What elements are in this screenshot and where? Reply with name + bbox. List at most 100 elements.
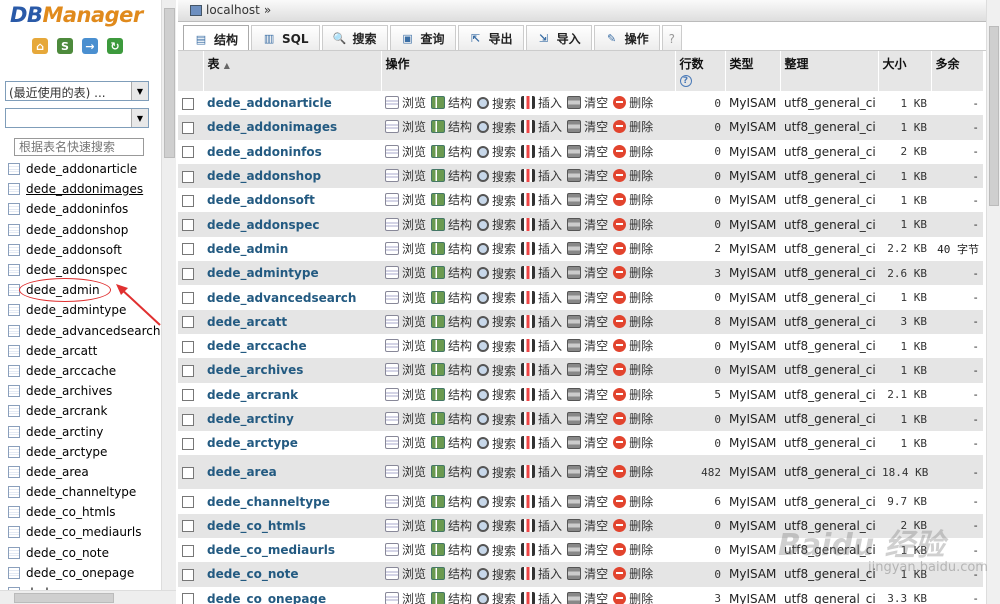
insert-label[interactable]: 插入: [538, 313, 562, 330]
search-label[interactable]: 搜索: [492, 313, 516, 330]
insert-icon[interactable]: [521, 96, 536, 110]
table-name[interactable]: dede_admintype: [203, 261, 381, 286]
browse-icon[interactable]: [385, 193, 399, 207]
insert-action[interactable]: 插入: [521, 565, 562, 582]
drop-icon[interactable]: [613, 144, 627, 158]
search-action[interactable]: 搜索: [477, 464, 516, 481]
structure-icon[interactable]: [431, 339, 446, 353]
empty-icon[interactable]: [567, 387, 582, 401]
insert-icon[interactable]: [521, 266, 536, 280]
sidebar-table-item[interactable]: dede_addonshop: [8, 220, 158, 240]
insert-action[interactable]: 插入: [521, 143, 562, 160]
empty-label[interactable]: 清空: [584, 313, 608, 330]
search-icon[interactable]: [477, 437, 490, 450]
structure-label[interactable]: 结构: [448, 493, 472, 510]
left-horizontal-scrollbar[interactable]: [0, 590, 176, 604]
insert-icon[interactable]: [521, 144, 536, 158]
insert-icon[interactable]: [521, 217, 536, 231]
drop-icon[interactable]: [613, 241, 627, 255]
tab-sql[interactable]: ▥ SQL: [251, 25, 320, 51]
browse-label[interactable]: 浏览: [402, 264, 426, 281]
table-name[interactable]: dede_addonimages: [203, 115, 381, 140]
drop-action[interactable]: 删除: [613, 517, 653, 534]
empty-label[interactable]: 清空: [584, 410, 608, 427]
search-label[interactable]: 搜索: [492, 143, 516, 160]
empty-action[interactable]: 清空: [567, 143, 608, 160]
empty-label[interactable]: 清空: [584, 386, 608, 403]
insert-icon[interactable]: [521, 290, 536, 304]
search-action[interactable]: 搜索: [477, 566, 516, 583]
main-vertical-scrollbar[interactable]: [986, 0, 1000, 604]
empty-icon[interactable]: [567, 518, 582, 532]
browse-label[interactable]: 浏览: [402, 541, 426, 558]
insert-action[interactable]: 插入: [521, 463, 562, 480]
drop-action[interactable]: 删除: [613, 264, 653, 281]
row-checkbox[interactable]: [182, 496, 194, 509]
sidebar-table-item[interactable]: dede_arccache: [8, 361, 158, 381]
insert-label[interactable]: 插入: [538, 434, 562, 451]
browse-icon[interactable]: [385, 543, 399, 557]
drop-icon[interactable]: [613, 169, 627, 183]
table-icon[interactable]: [8, 243, 20, 256]
drop-label[interactable]: 删除: [629, 565, 653, 582]
table-icon[interactable]: [8, 364, 20, 377]
insert-icon[interactable]: [521, 543, 536, 557]
empty-label[interactable]: 清空: [584, 337, 608, 354]
empty-icon[interactable]: [567, 543, 582, 557]
structure-icon[interactable]: [431, 290, 446, 304]
browse-icon[interactable]: [385, 290, 399, 304]
tab-help[interactable]: ?: [661, 25, 682, 51]
search-action[interactable]: 搜索: [477, 216, 516, 233]
structure-action[interactable]: 结构: [431, 264, 472, 281]
structure-action[interactable]: 结构: [431, 517, 472, 534]
col-overhead[interactable]: 多余: [931, 51, 984, 91]
browse-icon[interactable]: [385, 314, 399, 328]
drop-icon[interactable]: [613, 412, 627, 425]
structure-label[interactable]: 结构: [448, 517, 472, 534]
structure-action[interactable]: 结构: [431, 289, 472, 306]
drop-action[interactable]: 删除: [613, 541, 653, 558]
empty-icon[interactable]: [567, 144, 582, 158]
empty-action[interactable]: 清空: [567, 313, 608, 330]
empty-label[interactable]: 清空: [584, 191, 608, 208]
drop-label[interactable]: 删除: [629, 313, 653, 330]
sidebar-table-name[interactable]: dede_addonshop: [26, 223, 128, 237]
structure-icon[interactable]: [431, 241, 446, 255]
structure-label[interactable]: 结构: [448, 386, 472, 403]
database-select[interactable]: ▼: [5, 108, 149, 128]
drop-action[interactable]: 删除: [613, 434, 653, 451]
sidebar-table-name[interactable]: dede_co_htmls: [26, 505, 116, 519]
sidebar-table-item[interactable]: dede_co_onepage: [8, 563, 158, 583]
insert-icon[interactable]: [521, 591, 536, 604]
empty-label[interactable]: 清空: [584, 361, 608, 378]
browse-icon[interactable]: [385, 241, 399, 255]
structure-action[interactable]: 结构: [431, 410, 472, 427]
structure-icon[interactable]: [431, 567, 446, 581]
empty-label[interactable]: 清空: [584, 118, 608, 135]
insert-action[interactable]: 插入: [521, 590, 562, 604]
export-icon[interactable]: →: [82, 38, 98, 54]
sidebar-table-name[interactable]: dede_addoninfos: [26, 202, 128, 216]
sidebar-table-item[interactable]: dede_archives: [8, 381, 158, 401]
drop-action[interactable]: 删除: [613, 289, 653, 306]
insert-action[interactable]: 插入: [521, 118, 562, 135]
row-checkbox[interactable]: [182, 170, 194, 183]
drop-label[interactable]: 删除: [629, 94, 653, 111]
structure-label[interactable]: 结构: [448, 167, 472, 184]
browse-label[interactable]: 浏览: [402, 289, 426, 306]
table-icon[interactable]: [8, 183, 20, 196]
search-icon[interactable]: [477, 242, 490, 255]
insert-label[interactable]: 插入: [538, 94, 562, 111]
insert-icon[interactable]: [521, 567, 536, 581]
col-table[interactable]: 表 ▲: [203, 51, 382, 91]
empty-icon[interactable]: [567, 363, 582, 377]
empty-action[interactable]: 清空: [567, 191, 608, 208]
sidebar-table-name[interactable]: dede_addonimages: [26, 182, 143, 196]
drop-label[interactable]: 删除: [629, 143, 653, 160]
structure-action[interactable]: 结构: [431, 240, 472, 257]
browse-icon[interactable]: [385, 266, 399, 280]
drop-icon[interactable]: [613, 465, 627, 479]
empty-icon[interactable]: [567, 217, 582, 231]
insert-action[interactable]: 插入: [521, 361, 562, 378]
insert-action[interactable]: 插入: [521, 167, 562, 184]
